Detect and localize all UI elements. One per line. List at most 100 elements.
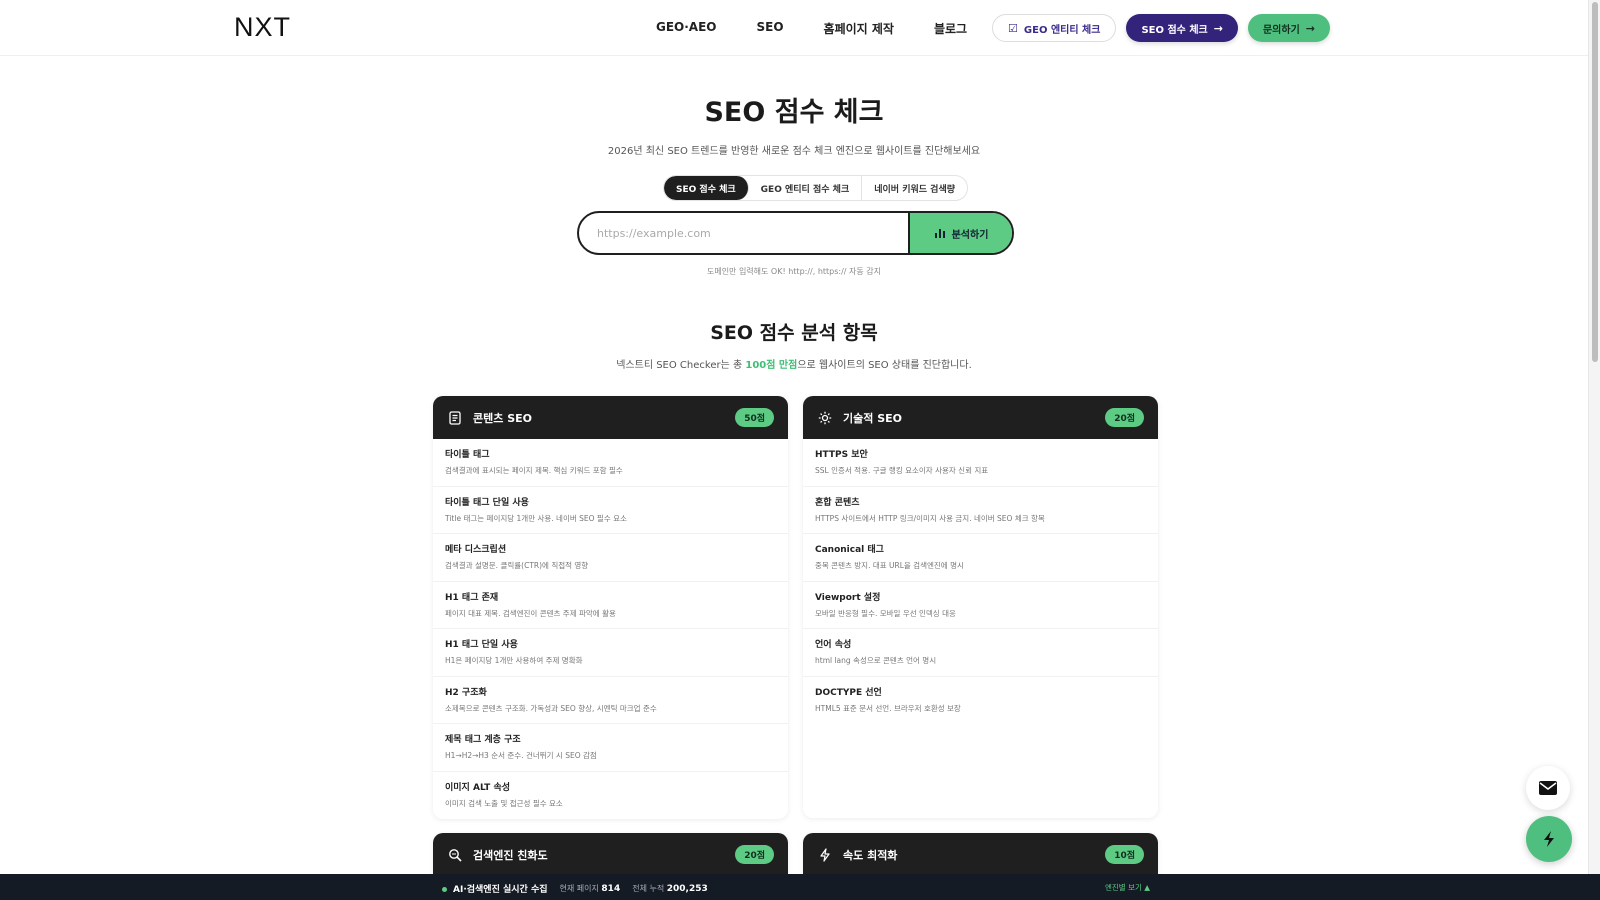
list-item: 혼합 콘텐츠 HTTPS 사이트에서 HTTP 링크/이미지 사용 금지. 네이버… bbox=[803, 487, 1158, 534]
quick-check-fab-button[interactable] bbox=[1526, 816, 1572, 862]
mail-icon bbox=[1539, 781, 1557, 795]
list-item: H1 태그 단일 사용 H1은 페이지당 1개만 사용하여 주제 명확화 bbox=[433, 629, 788, 677]
card-title: 기술적 SEO bbox=[843, 411, 902, 425]
geo-entity-check-button[interactable]: ☑ GEO 엔티티 체크 bbox=[992, 14, 1117, 42]
card-technical-seo: 기술적 SEO 20점 HTTPS 보안 SSL 인증서 적용. 구글 랭킹 요소… bbox=[803, 396, 1158, 818]
item-name: DOCTYPE 선언 bbox=[815, 687, 882, 698]
status-indicator: AI·검색엔진 실시간 수집 bbox=[442, 882, 548, 895]
list-item: 언어 속성 html lang 속성으로 콘텐츠 언어 명시 bbox=[803, 629, 1158, 677]
item-name: 이미지 ALT 속성 bbox=[445, 782, 511, 793]
item-name: 혼합 콘텐츠 bbox=[815, 497, 860, 508]
checklist-icon: ☑ bbox=[1008, 21, 1018, 35]
total-value: 200,253 bbox=[666, 884, 708, 894]
item-desc: Title 태그는 페이지당 1개만 사용. 네이버 SEO 필수 요소 bbox=[445, 513, 627, 523]
status-label: AI·검색엔진 실시간 수집 bbox=[453, 885, 548, 895]
header-actions: ☑ GEO 엔티티 체크 SEO 점수 체크 → 문의하기 → bbox=[992, 14, 1330, 42]
geo-entity-check-label: GEO 엔티티 체크 bbox=[1023, 24, 1101, 36]
list-item: DOCTYPE 선언 HTML5 표준 문서 선언. 브라우저 호환성 보장 bbox=[803, 677, 1158, 725]
search-hint: 도메인만 입력해도 OK! http://, https:// 자동 감지 bbox=[706, 267, 882, 276]
item-desc: H1은 페이지당 1개만 사용하여 주제 명확화 bbox=[445, 656, 583, 665]
page-title: SEO 점수 체크 bbox=[704, 97, 884, 128]
main-nav: GEO·AEO SEO 홈페이지 제작 블로그 bbox=[656, 20, 967, 37]
tab-naver-keyword[interactable]: 네이버 키워드 검색량 bbox=[862, 176, 967, 200]
score-badge: 50점 bbox=[735, 408, 774, 427]
item-name: H1 태그 존재 bbox=[445, 592, 499, 603]
contact-label: 문의하기 bbox=[1262, 24, 1300, 36]
page: NXT GEO·AEO SEO 홈페이지 제작 블로그 ☑ GEO 엔티티 체크… bbox=[0, 0, 1600, 900]
section-sub-suffix: 으로 웹사이트의 SEO 상태를 진단합니다. bbox=[797, 360, 972, 371]
card-content-seo: 콘텐츠 SEO 50점 타이틀 태그 검색결과에 표시되는 페이지 제목. 핵심 … bbox=[433, 396, 788, 819]
arrow-right-icon: → bbox=[1213, 21, 1223, 35]
item-name: 제목 태그 계층 구조 bbox=[445, 735, 521, 745]
logo[interactable]: NXT bbox=[234, 12, 291, 43]
bolt-icon bbox=[1544, 831, 1554, 847]
section-title: SEO 점수 분석 항목 bbox=[710, 322, 878, 344]
bolt-icon bbox=[817, 847, 833, 863]
today-value: 814 bbox=[601, 884, 621, 894]
page-subtitle: 2026년 최신 SEO 트렌드를 반영한 새로운 점수 체크 엔진으로 웹사이… bbox=[607, 146, 981, 157]
section-sub-prefix: 넥스트티 SEO Checker는 총 bbox=[616, 360, 746, 371]
today-label: 현재 페이지 bbox=[559, 884, 599, 893]
list-item: 타이틀 태그 단일 사용 Title 태그는 페이지당 1개만 사용. 네이버 S… bbox=[433, 487, 788, 534]
nav-geo-aeo[interactable]: GEO·AEO bbox=[656, 20, 717, 37]
list-item: H1 태그 존재페이지 대표 제목. 검색엔진이 콘텐츠 주제 파악에 활용 bbox=[433, 582, 788, 629]
card-header: 속도 최적화 10점 bbox=[803, 833, 1158, 876]
nav-homepage[interactable]: 홈페이지 제작 bbox=[824, 20, 894, 37]
today-stat: 현재 페이지 814 bbox=[560, 883, 621, 894]
analyze-label: 분석하기 bbox=[951, 229, 989, 241]
item-name: 언어 속성 bbox=[815, 640, 852, 650]
item-name: Viewport 설정 bbox=[815, 592, 881, 603]
seo-score-check-label: SEO 점수 체크 bbox=[1141, 24, 1208, 36]
bar-chart-icon bbox=[934, 229, 945, 238]
realtime-status-bar: AI·검색엔진 실시간 수집 현재 페이지 814 전체 누적 200,253 … bbox=[0, 874, 1600, 900]
score-badge: 20점 bbox=[735, 845, 774, 864]
list-item: H2 구조화소제목으로 콘텐츠 구조화. 가독성과 SEO 향상, 시멘틱 마크… bbox=[433, 677, 788, 724]
contact-button[interactable]: 문의하기 → bbox=[1247, 14, 1330, 42]
vertical-scrollbar[interactable] bbox=[1588, 0, 1600, 874]
analyze-button[interactable]: 분석하기 bbox=[908, 213, 1012, 253]
seo-score-check-button[interactable]: SEO 점수 체크 → bbox=[1126, 14, 1238, 42]
scrollbar-thumb[interactable] bbox=[1592, 2, 1598, 362]
gear-icon bbox=[817, 410, 833, 426]
card-header: 기술적 SEO 20점 bbox=[803, 396, 1158, 439]
item-name: H2 구조화 bbox=[445, 687, 487, 698]
document-icon bbox=[447, 410, 463, 426]
nav-seo[interactable]: SEO bbox=[757, 20, 784, 37]
item-name: 타이틀 태그 단일 사용 bbox=[445, 497, 529, 508]
nav-blog[interactable]: 블로그 bbox=[934, 20, 967, 37]
list-item: HTTPS 보안 SSL 인증서 적용. 구글 랭킹 요소이자 사용자 신뢰 지표 bbox=[803, 439, 1158, 487]
item-desc: SSL 인증서 적용. 구글 랭킹 요소이자 사용자 신뢰 지표 bbox=[815, 466, 989, 475]
list-item: Canonical 태그 중복 콘텐츠 방지. 대표 URL을 검색엔진에 명시 bbox=[803, 534, 1158, 582]
arrow-right-icon: → bbox=[1305, 21, 1315, 35]
total-stat: 전체 누적 200,253 bbox=[632, 883, 708, 894]
url-search-box: 분석하기 bbox=[577, 211, 1014, 255]
item-name: HTTPS 보안 bbox=[815, 450, 868, 460]
item-desc: HTTPS 사이트에서 HTTP 링크/이미지 사용 금지. 네이버 SEO 체… bbox=[815, 513, 1045, 523]
mail-fab-button[interactable] bbox=[1526, 766, 1570, 810]
item-desc: 페이지 대표 제목. 검색엔진이 콘텐츠 주제 파악에 활용 bbox=[445, 608, 616, 618]
tab-geo-entity[interactable]: GEO 엔티티 점수 체크 bbox=[749, 176, 863, 200]
section-subtitle: 넥스트티 SEO Checker는 총 100점 만점으로 웹사이트의 SEO … bbox=[0, 356, 1588, 371]
list-item: 제목 태그 계층 구조 H1→H2→H3 순서 준수. 건너뛰기 시 SEO 감점 bbox=[433, 724, 788, 772]
card-header: 콘텐츠 SEO 50점 bbox=[433, 396, 788, 439]
item-name: Canonical 태그 bbox=[815, 545, 884, 555]
card-title: 검색엔진 친화도 bbox=[473, 848, 548, 862]
item-desc: 이미지 검색 노출 및 접근성 필수 요소 bbox=[445, 798, 563, 808]
url-input[interactable] bbox=[579, 213, 908, 253]
item-desc: 소제목으로 콘텐츠 구조화. 가독성과 SEO 향상, 시멘틱 마크업 준수 bbox=[445, 703, 657, 713]
item-desc: html lang 속성으로 콘텐츠 언어 명시 bbox=[815, 656, 937, 665]
score-badge: 20점 bbox=[1105, 408, 1144, 427]
item-desc: H1→H2→H3 순서 준수. 건너뛰기 시 SEO 감점 bbox=[445, 751, 597, 760]
list-item: 메타 디스크립션 검색결과 설명문. 클릭률(CTR)에 직접적 영향 bbox=[433, 534, 788, 582]
site-header: NXT GEO·AEO SEO 홈페이지 제작 블로그 ☑ GEO 엔티티 체크… bbox=[0, 0, 1588, 56]
card-title: 속도 최적화 bbox=[843, 848, 898, 862]
item-desc: 모바일 반응형 필수. 모바일 우선 인덱싱 대응 bbox=[815, 608, 956, 618]
card-header: 검색엔진 친화도 20점 bbox=[433, 833, 788, 876]
tab-seo-score[interactable]: SEO 점수 체크 bbox=[664, 176, 749, 200]
list-item: Viewport 설정모바일 반응형 필수. 모바일 우선 인덱싱 대응 bbox=[803, 582, 1158, 629]
item-name: H1 태그 단일 사용 bbox=[445, 640, 518, 650]
live-dot-icon bbox=[442, 887, 447, 892]
list-item: 이미지 ALT 속성이미지 검색 노출 및 접근성 필수 요소 bbox=[433, 772, 788, 820]
search-icon bbox=[447, 847, 463, 863]
engines-toggle-link[interactable]: 엔진별 보기 ▲ bbox=[1105, 882, 1150, 893]
